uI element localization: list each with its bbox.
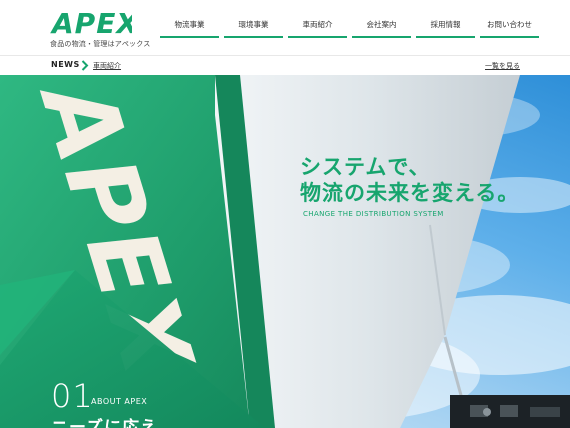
nav-item-contact[interactable]: お問い合わせ (480, 14, 539, 38)
nav-item-recruit[interactable]: 採用情報 (416, 14, 475, 38)
news-bar: NEWS 車両紹介 一覧を見る (0, 55, 570, 75)
hero-catch-line2: 物流の未来を変える。 (300, 181, 520, 205)
logo-text: APEX (50, 7, 132, 37)
about-section-number: 01 (51, 377, 94, 415)
chevron-right-icon (81, 60, 89, 71)
hero-section: APEX システムで、 物流の未来を変える。 CHANGE THE DISTRI… (0, 75, 570, 428)
nav-item-logistics[interactable]: 物流事業 (160, 14, 219, 38)
hero-truck-illustration: APEX (0, 75, 570, 428)
news-view-all-link[interactable]: 一覧を見る (485, 61, 520, 71)
news-item-link[interactable]: 車両紹介 (93, 61, 121, 71)
site-tagline: 食品の物流・管理はアペックス (50, 40, 151, 48)
about-section-heading: ニーズに応え (51, 418, 159, 428)
nav-item-environment[interactable]: 環境事業 (224, 14, 283, 38)
site-header: APEX 食品の物流・管理はアペックス 物流事業 環境事業 車両紹介 会社案内 … (0, 0, 570, 55)
nav-item-vehicles[interactable]: 車両紹介 (288, 14, 347, 38)
apex-logo[interactable]: APEX (50, 7, 132, 37)
news-label: NEWS (51, 60, 80, 69)
about-section-label: ABOUT APEX (91, 397, 148, 406)
nav-item-company[interactable]: 会社案内 (352, 14, 411, 38)
global-nav: 物流事業 環境事業 車両紹介 会社案内 採用情報 お問い合わせ (160, 14, 544, 38)
hero-catch-subtitle: CHANGE THE DISTRIBUTION SYSTEM (303, 210, 444, 218)
